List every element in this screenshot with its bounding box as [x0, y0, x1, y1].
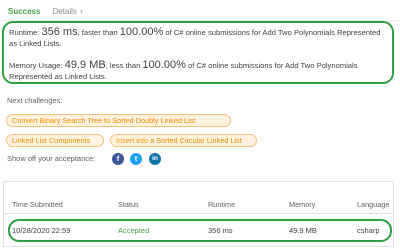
- challenge-chip-convert-bst[interactable]: Convert Binary Search Tree to Sorted Dou…: [6, 114, 231, 127]
- cell-memory: 49.9 MB: [289, 226, 317, 235]
- header-language: Language: [357, 200, 390, 209]
- memory-mid: , less than: [105, 61, 143, 70]
- challenge-chip-linked-list-components[interactable]: Linked List Components: [6, 134, 104, 147]
- facebook-icon[interactable]: f: [112, 153, 124, 165]
- twitter-icon[interactable]: t: [130, 153, 142, 165]
- runtime-label: Runtime:: [9, 28, 42, 37]
- tab-details[interactable]: Details ›: [52, 6, 82, 16]
- header-status: Status: [118, 200, 139, 209]
- memory-stat: Memory Usage: 49.9 MB, less than 100.00%…: [9, 60, 385, 82]
- next-challenges-label: Next challenges:: [7, 96, 63, 105]
- runtime-stat: Runtime: 356 ms, faster than 100.00% of …: [9, 27, 385, 49]
- header-memory: Memory: [289, 200, 316, 209]
- memory-label: Memory Usage:: [9, 61, 65, 70]
- memory-percent: 100.00%: [142, 59, 186, 71]
- memory-value: 49.9 MB: [64, 59, 106, 71]
- header-time-submitted: Time Submitted: [12, 200, 63, 209]
- cell-time-submitted: 10/28/2020 22:59: [12, 226, 71, 235]
- header-runtime: Runtime: [208, 200, 236, 209]
- runtime-percent: 100.00%: [119, 26, 164, 38]
- cell-status[interactable]: Accepted: [118, 226, 149, 235]
- cell-runtime: 356 ms: [208, 226, 233, 235]
- result-tabs: Success Details ›: [8, 2, 83, 20]
- result-summary-box: Runtime: 356 ms, faster than 100.00% of …: [2, 21, 394, 84]
- table-header-divider: [4, 213, 393, 214]
- tab-details-label: Details: [52, 6, 77, 16]
- cell-language: csharp: [357, 226, 380, 235]
- challenge-chip-insert-circular[interactable]: Insert into a Sorted Circular Linked Lis…: [110, 134, 257, 147]
- tab-success[interactable]: Success: [8, 7, 40, 16]
- runtime-value: 356 ms: [41, 26, 78, 38]
- chevron-right-icon: ›: [79, 6, 83, 16]
- linkedin-icon[interactable]: in: [149, 153, 161, 165]
- share-label: Show off your acceptance:: [7, 154, 96, 163]
- runtime-mid: , faster than: [77, 28, 120, 37]
